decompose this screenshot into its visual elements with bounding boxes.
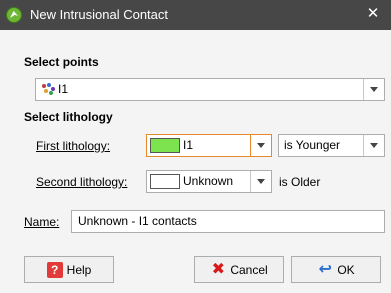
chevron-down-icon[interactable] <box>250 171 271 192</box>
relation-dropdown[interactable]: is Younger <box>278 134 385 157</box>
help-button[interactable]: Help <box>24 256 114 283</box>
second-lithology-dropdown[interactable]: Unknown <box>146 170 272 193</box>
close-icon[interactable]: ✕ <box>362 4 384 24</box>
second-lithology-label: Second lithology: <box>36 175 128 189</box>
chevron-down-icon[interactable] <box>363 135 384 156</box>
second-lithology-swatch <box>150 174 180 189</box>
cancel-button-label: Cancel <box>230 262 268 277</box>
select-points-heading-text: Select points <box>24 55 99 69</box>
ok-icon: ↩ <box>318 260 333 278</box>
first-lithology-label: First lithology: <box>36 139 111 153</box>
points-icon <box>42 83 56 96</box>
chevron-down-icon[interactable] <box>250 135 271 156</box>
second-relation-text: is Older <box>279 175 321 189</box>
window-title: New Intrusional Contact <box>30 7 169 22</box>
ok-button[interactable]: ↩ OK <box>291 256 381 283</box>
first-lithology-swatch <box>150 138 180 153</box>
name-input[interactable]: Unknown - I1 contacts <box>71 210 385 233</box>
cancel-button[interactable]: ✖ Cancel <box>194 256 284 283</box>
app-logo-icon <box>6 7 22 23</box>
new-intrusional-contact-dialog: New Intrusional Contact ✕ Select points … <box>0 0 391 293</box>
help-button-label: Help <box>66 262 92 277</box>
select-lithology-heading: Select lithology <box>24 110 113 124</box>
first-lithology-dropdown[interactable]: I1 <box>146 134 272 157</box>
select-points-heading: Select points <box>24 55 99 69</box>
name-input-value: Unknown - I1 contacts <box>78 214 197 228</box>
points-dropdown[interactable]: I1 <box>35 78 385 101</box>
points-dropdown-value: I1 <box>58 82 69 96</box>
second-lithology-value: Unknown <box>183 174 234 188</box>
name-label: Name: <box>24 215 60 229</box>
relation-value: is Younger <box>284 138 341 152</box>
help-icon <box>46 261 63 278</box>
cancel-icon: ✖ <box>211 260 226 278</box>
chevron-down-icon[interactable] <box>363 79 384 100</box>
title-bar[interactable]: New Intrusional Contact ✕ <box>0 0 391 30</box>
first-lithology-value: I1 <box>183 138 194 152</box>
ok-button-label: OK <box>337 262 355 277</box>
